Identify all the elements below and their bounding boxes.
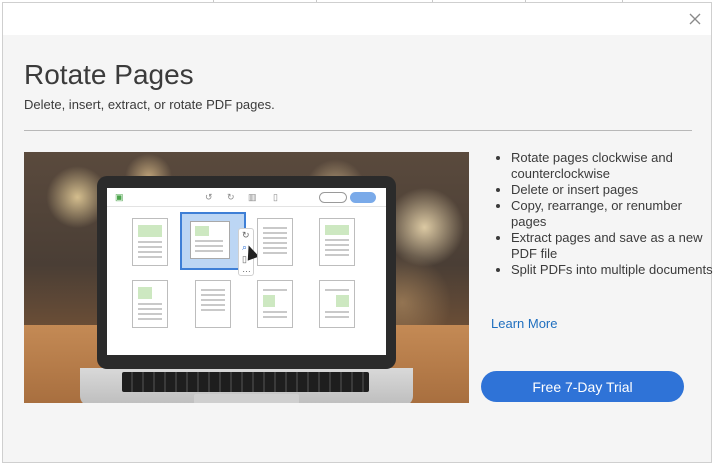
selected-page-thumbnail [180, 212, 246, 270]
feature-item: Extract pages and save as a new PDF file [511, 230, 716, 262]
mock-pill-outline [319, 192, 347, 203]
delete-icon: ▥ [248, 192, 257, 202]
insert-page-icon: ▯ [273, 192, 278, 202]
page-thumbnail [257, 280, 293, 328]
rotate-pages-dialog: Rotate Pages Delete, insert, extract, or… [2, 2, 713, 463]
free-trial-button[interactable]: Free 7-Day Trial [481, 371, 684, 402]
page-thumbnail [195, 280, 231, 328]
feature-item: Copy, rearrange, or renumber pages [511, 198, 716, 230]
mock-toolbar: ▣ ↺ ↻ ▥ ▯ [107, 188, 386, 207]
feature-item: Split PDFs into multiple documents [511, 262, 716, 278]
page-thumbnail [319, 280, 355, 328]
rotate-counterclockwise-icon: ↺ [205, 192, 213, 202]
organize-pages-icon: ▣ [115, 192, 124, 202]
close-icon[interactable] [687, 11, 703, 27]
learn-more-link[interactable]: Learn More [491, 316, 557, 331]
feature-list: Rotate pages clockwise and counterclockw… [494, 150, 716, 278]
laptop-screen-frame: ▣ ↺ ↻ ▥ ▯ ↻ ⌕ ▯ … [97, 176, 396, 369]
laptop-screen: ▣ ↺ ↻ ▥ ▯ ↻ ⌕ ▯ … [107, 188, 386, 355]
rotate-icon: ↻ [242, 230, 250, 240]
hero-image: ▣ ↺ ↻ ▥ ▯ ↻ ⌕ ▯ … [24, 152, 469, 403]
page-thumbnail [132, 280, 168, 328]
more-icon: … [242, 264, 251, 274]
dialog-title: Rotate Pages [24, 59, 194, 90]
rotate-clockwise-icon: ↻ [227, 192, 235, 202]
laptop-trackpad [194, 394, 299, 403]
page-thumbnail [132, 218, 168, 266]
laptop-keyboard [122, 372, 369, 392]
feature-item: Rotate pages clockwise and counterclockw… [511, 150, 716, 182]
dialog-header [3, 3, 711, 35]
dialog-subtitle: Delete, insert, extract, or rotate PDF p… [24, 97, 275, 112]
page-thumbnail [257, 218, 293, 266]
mock-pill-button [350, 192, 376, 203]
divider [24, 130, 692, 131]
feature-item: Delete or insert pages [511, 182, 716, 198]
page-thumbnail [319, 218, 355, 266]
